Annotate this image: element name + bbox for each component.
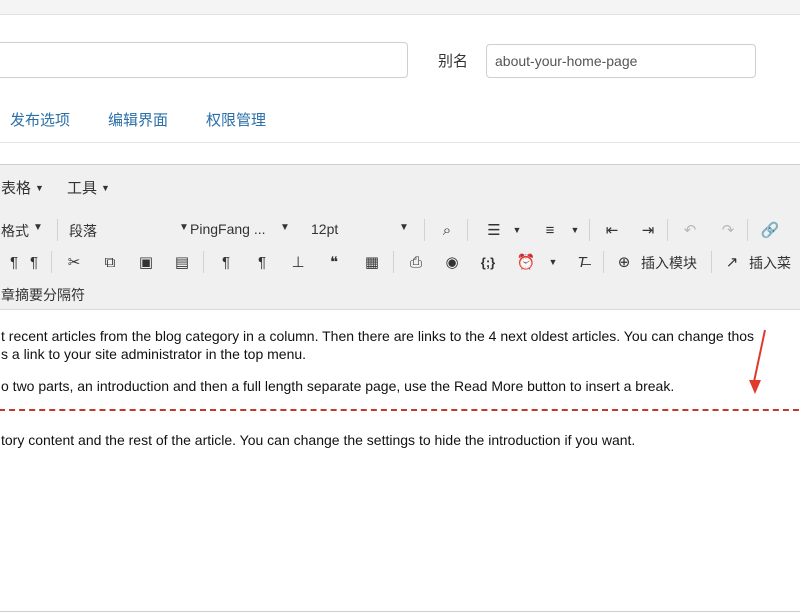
- blockquote-icon[interactable]: ❝: [323, 251, 345, 273]
- insert-anchor-icon[interactable]: ⊥: [287, 251, 309, 273]
- title-input[interactable]: [0, 42, 408, 78]
- cut-icon[interactable]: ✂: [63, 251, 85, 273]
- tab-editor-interface[interactable]: 编辑界面: [108, 109, 168, 130]
- outdent-icon[interactable]: ⇤: [601, 219, 623, 241]
- tab-publishing-options[interactable]: 发布选项: [10, 109, 70, 130]
- clock-icon[interactable]: ⏰: [515, 251, 537, 273]
- insert-menu-button[interactable]: 插入菜: [749, 253, 791, 273]
- bullet-list-dropdown-icon[interactable]: ▼: [511, 219, 523, 241]
- numbered-list-icon[interactable]: ≡: [539, 219, 561, 241]
- menu-table[interactable]: 表格 ▼: [1, 177, 44, 198]
- font-family-dropdown[interactable]: PingFang ... ▼: [190, 221, 290, 237]
- table-grid-icon[interactable]: ▦: [361, 251, 383, 273]
- content-line: o two parts, an introduction and then a …: [1, 378, 675, 394]
- paragraph-rtl-icon[interactable]: ¶: [23, 251, 45, 273]
- tab-bar: 发布选项 编辑界面 权限管理: [0, 100, 800, 143]
- content-line: tory content and the rest of the article…: [1, 432, 636, 448]
- find-replace-icon[interactable]: ⌕: [436, 219, 458, 241]
- numbered-list-dropdown-icon[interactable]: ▼: [569, 219, 581, 241]
- top-strip: [0, 0, 800, 15]
- link-icon[interactable]: 🔗: [759, 219, 781, 241]
- insert-module-button[interactable]: 插入模块: [641, 253, 697, 273]
- visual-chars-icon[interactable]: ¶: [251, 251, 273, 273]
- preview-icon[interactable]: ◉: [441, 251, 463, 273]
- editor-content-area[interactable]: t recent articles from the blog category…: [0, 311, 800, 611]
- readmore-divider: [0, 409, 800, 411]
- indent-icon[interactable]: ⇥: [637, 219, 659, 241]
- print-icon[interactable]: ⎙: [405, 251, 427, 273]
- editor-menubar: 表格 ▼ 工具 ▼: [0, 165, 800, 208]
- annotation-arrowhead-icon: [749, 380, 761, 394]
- paragraph-ltr-icon[interactable]: ¶: [3, 251, 25, 273]
- font-size-dropdown[interactable]: 12pt ▼: [311, 221, 409, 237]
- readmore-separator-button[interactable]: 章摘要分隔符: [1, 285, 85, 305]
- insert-module-icon[interactable]: ⊕: [613, 251, 635, 273]
- alias-label: 别名: [438, 53, 469, 70]
- editor-toolbar: 格式 ▼ 段落 ▼ PingFang ... ▼ 12pt ▼ ⌕ ☰ ▼ ≡ ▼ ⇤ …: [0, 207, 800, 310]
- paste-icon[interactable]: ▣: [135, 251, 157, 273]
- content-line: s a link to your site administrator in t…: [1, 346, 307, 362]
- clear-formatting-icon[interactable]: T̶: [571, 251, 593, 273]
- menu-tools[interactable]: 工具 ▼: [67, 177, 110, 198]
- undo-icon[interactable]: ↶: [679, 219, 701, 241]
- datetime-dropdown-icon[interactable]: ▼: [547, 251, 559, 273]
- paste-text-icon[interactable]: ▤: [171, 251, 193, 273]
- formats-dropdown[interactable]: 格式 ▼: [1, 221, 43, 241]
- content-line: t recent articles from the blog category…: [1, 328, 755, 344]
- insert-menu-icon[interactable]: ↗: [721, 251, 743, 273]
- redo-icon[interactable]: ↷: [717, 219, 739, 241]
- show-blocks-icon[interactable]: ¶: [215, 251, 237, 273]
- block-format-dropdown[interactable]: 段落 ▼: [69, 221, 189, 241]
- alias-input[interactable]: [486, 44, 756, 78]
- copy-icon[interactable]: ⧉: [99, 251, 121, 273]
- rich-text-editor: 表格 ▼ 工具 ▼ 格式 ▼ 段落 ▼ PingFang ... ▼ 12pt ▼ ⌕ ☰ …: [0, 164, 800, 612]
- tab-permissions[interactable]: 权限管理: [206, 109, 266, 130]
- bullet-list-icon[interactable]: ☰: [483, 219, 505, 241]
- code-icon[interactable]: {;}: [477, 251, 499, 273]
